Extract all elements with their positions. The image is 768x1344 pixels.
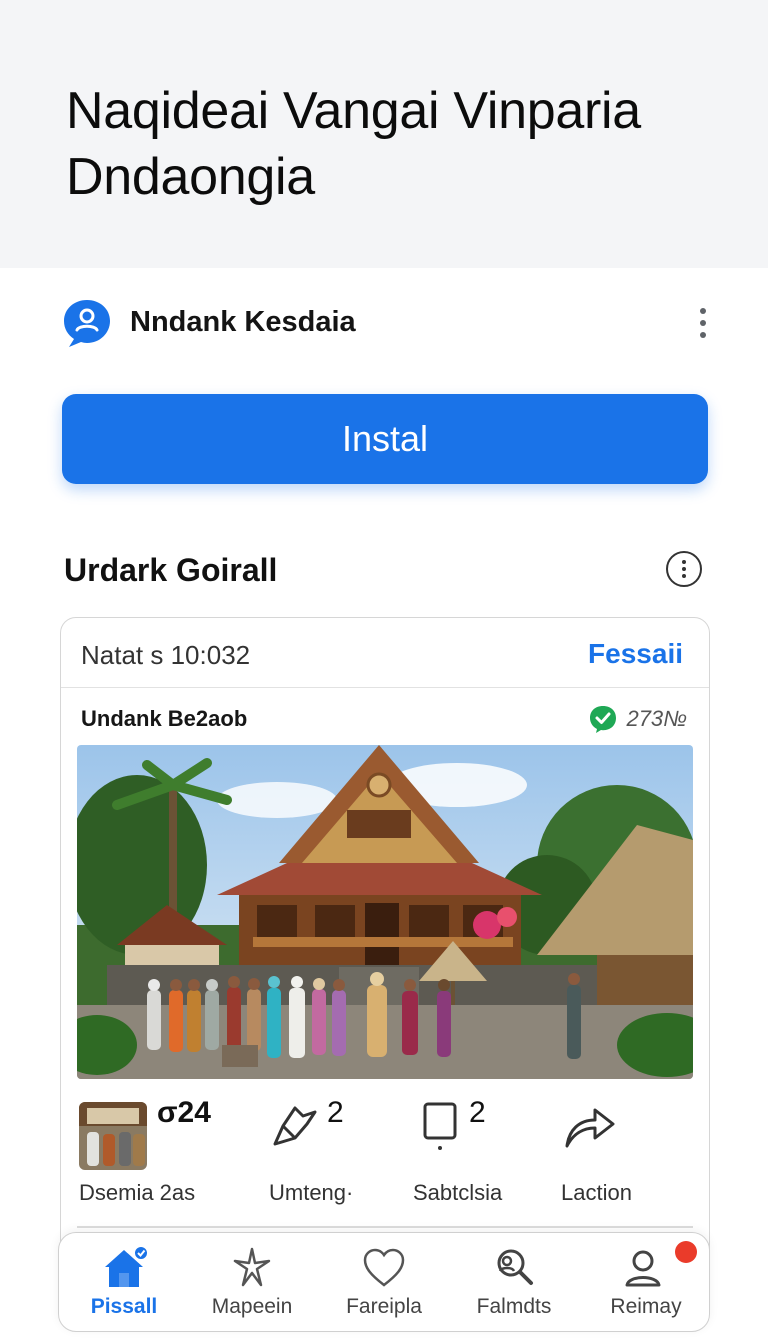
thumbnail-image xyxy=(79,1102,147,1170)
stat-comments[interactable]: 2 Sabtclsia xyxy=(411,1096,541,1228)
card-count-value: 273№ xyxy=(626,706,687,731)
stat-views-label: Dsemia 2as xyxy=(79,1180,196,1205)
profile-icon xyxy=(625,1250,661,1287)
pointer-arrow-icon xyxy=(273,1106,317,1146)
header: Naqideai Vangai Vinparia Dndaongia xyxy=(0,0,768,268)
nav-explore-label: Mapeein xyxy=(211,1295,293,1318)
stat-pointer[interactable]: 2 Umteng· xyxy=(267,1096,397,1228)
card-count: 273№ xyxy=(588,704,687,734)
card-action-link[interactable]: Fessaii xyxy=(588,638,683,670)
post-card: Natat s 10:032 Fessaii Undank Be2aob 273… xyxy=(60,617,710,1297)
stat-pointer-value: 2 xyxy=(327,1096,344,1129)
section-more-icon[interactable] xyxy=(666,551,702,587)
nav-search-label: Falmdts xyxy=(476,1295,552,1318)
heart-icon xyxy=(363,1248,405,1287)
nav-favorites-label: Fareipla xyxy=(346,1295,422,1318)
install-button[interactable]: Instal xyxy=(62,394,708,484)
stat-comments-label: Sabtclsia xyxy=(413,1180,503,1205)
app-name: Nndank Kesdaia xyxy=(130,306,356,338)
nav-favorites[interactable]: Fareipla xyxy=(319,1233,449,1333)
bottom-nav: Pissall Mapeein Fareipla Falmdts Reimay xyxy=(58,1232,710,1332)
card-author: Undank Be2aob xyxy=(81,706,248,731)
search-people-icon xyxy=(497,1249,533,1285)
section-title: Urdark Goirall xyxy=(64,552,278,588)
post-photo[interactable] xyxy=(77,745,693,1079)
nav-home[interactable]: Pissall xyxy=(59,1233,189,1333)
green-check-badge-icon xyxy=(590,706,617,733)
stat-share-label: Laction xyxy=(561,1180,632,1205)
stat-views[interactable]: σ24 Dsemia 2as xyxy=(79,1096,229,1228)
card-header: Natat s 10:032 Fessaii xyxy=(61,618,709,688)
page-title: Naqideai Vangai Vinparia Dndaongia xyxy=(66,82,641,206)
nav-home-label: Pissall xyxy=(90,1295,158,1318)
share-arrow-icon xyxy=(565,1108,615,1148)
chat-user-icon xyxy=(64,300,110,347)
stat-pointer-label: Umteng· xyxy=(269,1180,354,1205)
star-sparkle-icon xyxy=(233,1247,271,1287)
more-options-icon[interactable] xyxy=(698,308,708,338)
notification-badge xyxy=(675,1241,697,1263)
stat-comments-value: 2 xyxy=(469,1096,486,1129)
nav-search[interactable]: Falmdts xyxy=(449,1233,579,1333)
nav-explore[interactable]: Mapeein xyxy=(187,1233,317,1333)
card-status: Natat s 10:032 xyxy=(81,640,251,670)
post-stats: σ24 Dsemia 2as 2 Umteng· 2 Sabtclsia Lac… xyxy=(61,1096,709,1228)
home-icon xyxy=(105,1245,147,1287)
nav-profile[interactable]: Reimay xyxy=(581,1233,711,1333)
app-row: Nndank Kesdaia xyxy=(62,296,722,350)
stat-views-value: σ24 xyxy=(157,1096,211,1129)
comment-square-icon xyxy=(423,1102,457,1150)
divider xyxy=(77,1226,693,1228)
nav-profile-label: Reimay xyxy=(610,1295,682,1318)
stat-share[interactable]: Laction xyxy=(559,1098,689,1228)
